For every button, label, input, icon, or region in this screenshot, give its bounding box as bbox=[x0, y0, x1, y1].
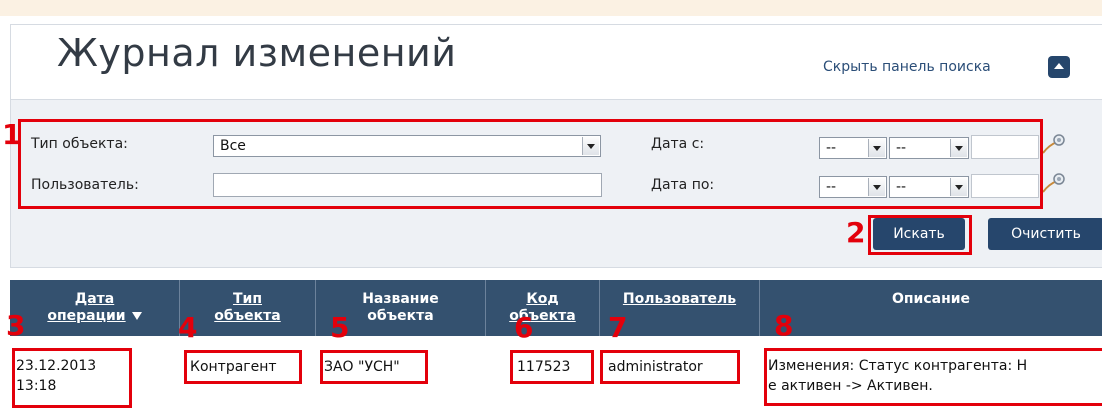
collapse-up-icon[interactable] bbox=[1048, 56, 1070, 78]
annotation-number-3: 3 bbox=[6, 309, 26, 342]
table-header: Дата операции Тип объекта Название объек… bbox=[10, 280, 1102, 336]
annotation-box-5 bbox=[320, 350, 428, 384]
column-header-date-line2: операции bbox=[47, 308, 126, 324]
column-header-type-line2: объекта bbox=[214, 308, 281, 324]
panel-header: Журнал изменений Скрыть панель поиска bbox=[11, 25, 1102, 100]
annotation-number-5: 5 bbox=[330, 311, 350, 344]
annotation-number-4: 4 bbox=[178, 311, 198, 344]
calendar-picker-icon[interactable] bbox=[1041, 172, 1067, 194]
annotation-number-6: 6 bbox=[514, 311, 534, 344]
annotation-box-8 bbox=[764, 348, 1102, 406]
page-title: Журнал изменений bbox=[57, 31, 457, 75]
annotation-number-1: 1 bbox=[2, 118, 22, 151]
sort-down-icon bbox=[131, 312, 142, 320]
column-header-description: Описание bbox=[760, 280, 1102, 336]
column-header-date[interactable]: Дата операции bbox=[10, 280, 180, 336]
column-header-user-line1: Пользователь bbox=[622, 291, 737, 307]
annotation-number-8: 8 bbox=[774, 309, 794, 342]
annotation-box-1 bbox=[18, 119, 1043, 209]
annotation-box-3 bbox=[12, 348, 132, 408]
annotation-number-2: 2 bbox=[846, 216, 866, 249]
hide-search-link[interactable]: Скрыть панель поиска bbox=[823, 59, 991, 75]
calendar-picker-icon[interactable] bbox=[1041, 133, 1067, 155]
column-header-code-line1: Код bbox=[526, 291, 559, 307]
column-header-description-line1: Описание bbox=[891, 291, 971, 307]
column-header-code[interactable]: Код объекта bbox=[486, 280, 600, 336]
column-header-name-line2: объекта bbox=[367, 308, 434, 324]
top-strip bbox=[0, 0, 1102, 16]
column-header-date-line1: Дата bbox=[74, 291, 115, 307]
clear-button[interactable]: Очистить bbox=[988, 218, 1102, 250]
column-header-type-line1: Тип bbox=[232, 291, 263, 307]
annotation-box-6 bbox=[510, 350, 594, 384]
annotation-box-4 bbox=[184, 350, 302, 384]
annotation-box-7 bbox=[600, 350, 740, 384]
column-header-name-line1: Название bbox=[362, 291, 439, 307]
annotation-box-2 bbox=[868, 215, 972, 255]
column-header-type[interactable]: Тип объекта bbox=[180, 280, 316, 336]
annotation-number-7: 7 bbox=[608, 311, 628, 344]
